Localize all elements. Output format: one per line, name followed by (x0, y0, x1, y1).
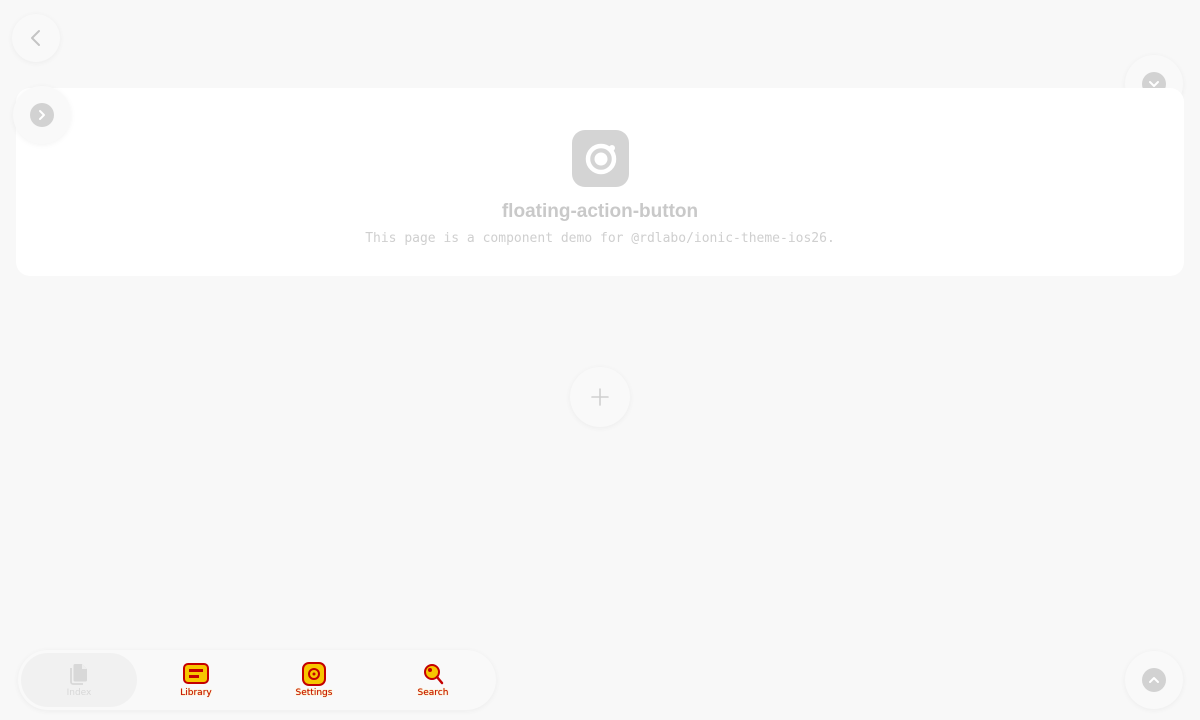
page-description: This page is a component demo for @rdlab… (365, 231, 835, 246)
library-icon (183, 662, 209, 684)
tab-label: Search (417, 687, 449, 698)
chevron-forward-circle-icon (30, 103, 54, 127)
tab-bar: Index Library Settings Search (18, 650, 496, 710)
instagram-logo-icon (572, 130, 629, 187)
tab-settings[interactable]: Settings (256, 653, 372, 707)
settings-icon (302, 661, 326, 686)
tab-index[interactable]: Index (21, 653, 137, 707)
tab-label: Settings (295, 687, 333, 698)
fab-center-add[interactable] (570, 367, 630, 427)
add-icon (591, 388, 609, 406)
search-icon (424, 663, 444, 684)
tab-library[interactable]: Library (138, 653, 254, 707)
fab-top-start[interactable] (13, 86, 71, 144)
page-title: floating-action-button (501, 201, 699, 222)
fab-bottom-end[interactable] (1125, 651, 1183, 709)
chevron-back-icon (31, 30, 40, 46)
header-card: floating-action-button This page is a co… (16, 88, 1184, 276)
documents-icon (70, 663, 87, 685)
tab-search[interactable]: Search (375, 653, 491, 707)
tab-label: Index (66, 687, 92, 698)
back-button[interactable] (12, 14, 60, 62)
tab-label: Library (180, 687, 212, 698)
chevron-up-circle-icon (1142, 668, 1166, 692)
page: floating-action-button This page is a co… (0, 0, 1200, 720)
